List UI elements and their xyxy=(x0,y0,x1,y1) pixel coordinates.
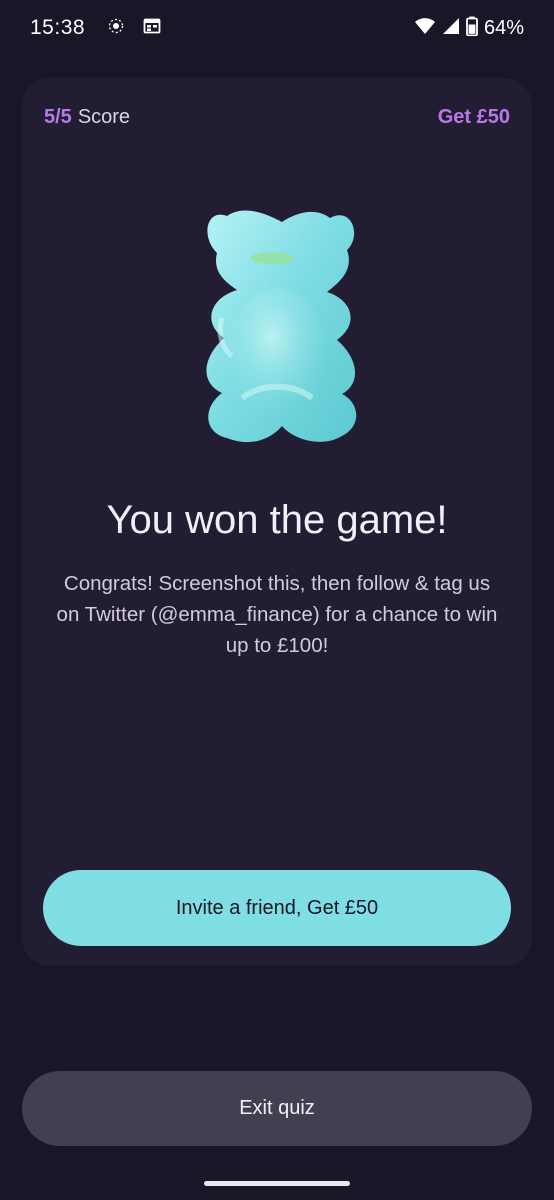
gummy-bear-illustration xyxy=(182,198,372,468)
wifi-icon xyxy=(414,17,436,40)
score-value: 5/5 xyxy=(44,105,72,128)
score-row: 5/5 Score Get £50 xyxy=(44,102,510,132)
invite-friend-button[interactable]: Invite a friend, Get £50 xyxy=(43,870,511,946)
notification-icon xyxy=(107,17,125,40)
status-notification-icons xyxy=(107,17,161,40)
status-time: 15:38 xyxy=(30,16,86,39)
exit-quiz-button[interactable]: Exit quiz xyxy=(22,1071,532,1146)
quiz-result-screen: 15:38 64% 5/5 Score Get £50 You won the … xyxy=(0,0,554,1200)
battery-icon xyxy=(466,16,478,41)
get-reward-link[interactable]: Get £50 xyxy=(438,106,510,129)
result-card: 5/5 Score Get £50 You won the game! Cong… xyxy=(22,78,532,966)
cell-signal-icon xyxy=(442,17,460,40)
status-bar: 15:38 64% xyxy=(0,0,554,56)
home-indicator[interactable] xyxy=(204,1181,350,1186)
battery-percent: 64% xyxy=(483,16,524,39)
score: 5/5 Score xyxy=(44,106,130,129)
win-headline: You won the game! xyxy=(106,498,448,542)
calendar-icon xyxy=(143,17,161,40)
score-label: Score xyxy=(77,105,131,128)
win-description: Congrats! Screenshot this, then follow &… xyxy=(56,572,498,657)
status-system-icons: 64% xyxy=(414,16,524,41)
